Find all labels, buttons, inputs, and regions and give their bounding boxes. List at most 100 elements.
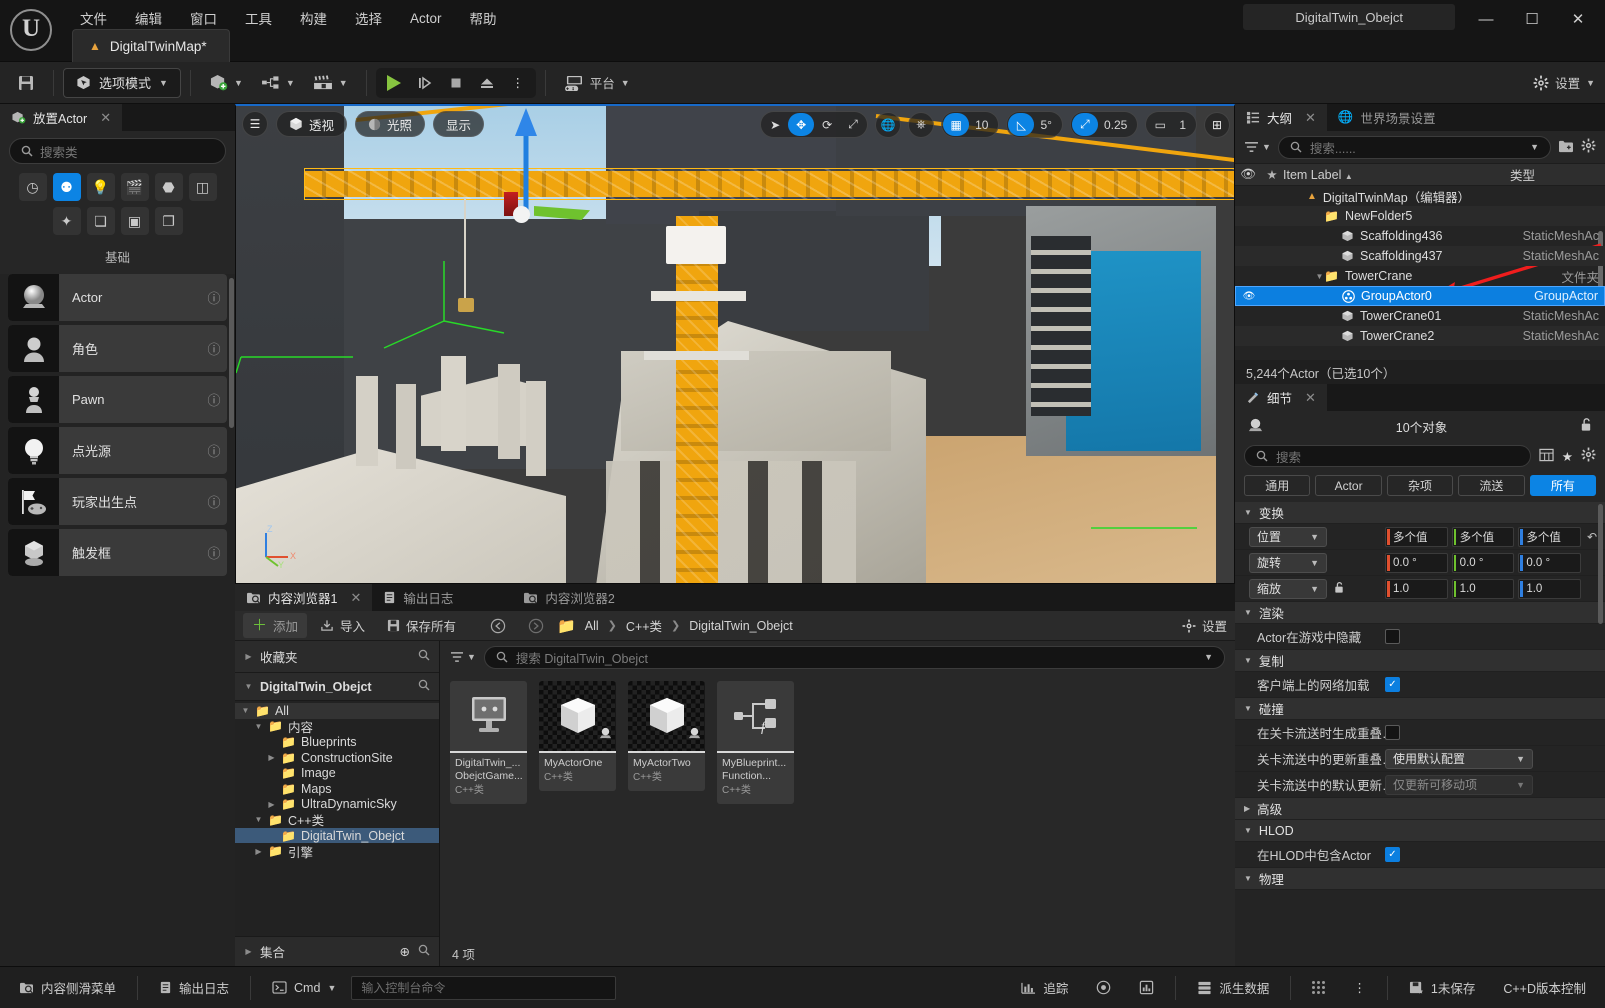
tree-node[interactable]: 📁 Maps — [235, 781, 439, 797]
trace-button[interactable]: 追踪 — [1008, 973, 1081, 1002]
tree-node[interactable]: 📁 Image — [235, 765, 439, 781]
details-filter-1[interactable]: 通用 — [1244, 475, 1311, 496]
view-mode-button[interactable]: 透视 — [276, 111, 348, 137]
eye-icon[interactable]: 👁 — [1235, 167, 1261, 182]
category-volumes-icon[interactable]: ❏ — [86, 207, 115, 235]
tree-twisty[interactable]: ▼ — [254, 815, 263, 824]
category-basic-icon[interactable]: ⚉ — [52, 173, 81, 201]
checkbox[interactable] — [1385, 629, 1400, 644]
actor-item-pawn[interactable]: Pawn ⓘ — [8, 376, 227, 423]
new-folder-icon[interactable] — [1558, 139, 1574, 156]
source-control-button[interactable]: C++D版本控制 — [1490, 973, 1599, 1002]
content-browser-settings-button[interactable]: 设置 — [1182, 616, 1227, 635]
details-section-header[interactable]: ▼ 物理 — [1235, 868, 1605, 890]
details-scrollbar[interactable] — [1598, 504, 1603, 624]
value-x[interactable]: 1.0 — [1385, 578, 1448, 599]
move-gizmo[interactable] — [511, 106, 541, 216]
property-label-combo[interactable]: 缩放 ▼ — [1249, 578, 1327, 599]
stats-button[interactable] — [1126, 975, 1167, 1000]
outliner-row[interactable]: ▼ 📁 TowerCrane 文件夹 — [1235, 266, 1605, 286]
camera-speed-icon[interactable]: ▭ — [1147, 113, 1173, 136]
output-log-button[interactable]: 输出日志 — [146, 973, 242, 1002]
play-options-button[interactable]: ⋮ — [503, 70, 533, 96]
asset-tile[interactable]: DigitalTwin_... ObejctGame... C++类 — [450, 681, 527, 805]
section-twisty[interactable]: ▼ — [1244, 826, 1252, 835]
cmd-selector[interactable]: Cmd ▼ — [259, 976, 349, 1000]
category-geometry-icon[interactable]: ◫ — [188, 173, 217, 201]
details-filter-2[interactable]: Actor — [1315, 475, 1382, 496]
category-lights-icon[interactable]: 💡 — [86, 173, 115, 201]
category-all-classes-icon[interactable]: ✦ — [52, 207, 81, 235]
tab-content-browser-1[interactable]: 内容浏览器1 ✕ — [235, 584, 373, 611]
angle-snap-value[interactable]: 5° — [1034, 118, 1060, 132]
search-icon[interactable] — [418, 649, 430, 664]
angle-snap-icon[interactable]: ◺ — [1008, 113, 1035, 136]
gear-icon-2[interactable] — [1581, 447, 1596, 465]
details-section-header[interactable]: ▶ 高级 — [1235, 798, 1605, 820]
outliner-search-input[interactable]: 搜索...... ▼ — [1277, 135, 1551, 159]
chevron-down-icon-2[interactable]: ▼ — [1204, 652, 1213, 662]
place-actors-search-input[interactable]: 搜索类 — [9, 138, 226, 164]
actor-item-pointlight[interactable]: 点光源 ⓘ — [8, 427, 227, 474]
mode-selector[interactable]: 选项模式 ▼ — [63, 67, 181, 98]
details-section-header[interactable]: ▼ 渲染 — [1235, 602, 1605, 624]
category-cinematic-icon[interactable]: 🎬 — [120, 173, 149, 201]
add-button[interactable]: ＋ 添加 — [243, 613, 308, 638]
unlock-icon[interactable] — [1579, 417, 1593, 435]
actor-item-character[interactable]: 角色 ⓘ — [8, 325, 227, 372]
scale-snap-icon[interactable]: ⤢ — [1071, 113, 1098, 136]
tree-node[interactable]: 📁 DigitalTwin_Obejct — [235, 827, 439, 844]
details-filter-3[interactable]: 杂项 — [1386, 475, 1454, 496]
grid-snap-icon[interactable]: ▦ — [943, 113, 970, 136]
chevron-right-icon[interactable]: ▶ — [244, 652, 253, 661]
menu-actor[interactable]: Actor — [396, 6, 456, 31]
details-section-header[interactable]: ▼ 碰撞 — [1235, 698, 1605, 720]
help-icon[interactable]: ⓘ — [201, 390, 227, 409]
section-twisty[interactable]: ▼ — [1244, 874, 1252, 883]
category-panels-icon[interactable]: ❐ — [154, 207, 183, 235]
column-item-label[interactable]: Item Label ▲ — [1283, 168, 1510, 182]
value-y[interactable]: 0.0 ° — [1451, 552, 1515, 573]
value-x[interactable]: 0.0 ° — [1385, 552, 1448, 573]
level-viewport[interactable]: ☰ 透视 光照 显示 ➤ ✥ ⟳ ⤢ 🌐 ⎈ ▦ 10 ◺ 5° ⤢ 0.25 … — [235, 104, 1235, 584]
ratio-lock-icon[interactable] — [1333, 581, 1345, 597]
asset-tile[interactable]: MyActorOne C++类 — [539, 681, 616, 791]
row-twisty[interactable]: ▼ — [1315, 272, 1324, 281]
chevron-down-icon-2[interactable]: ▼ — [1530, 142, 1539, 152]
category-visual-effects-icon[interactable]: ⬣ — [154, 173, 183, 201]
columns-icon[interactable] — [1539, 448, 1554, 465]
property-label-combo[interactable]: 旋转 ▼ — [1249, 552, 1327, 573]
tree-node[interactable]: ▼ 📁 C++类 — [235, 812, 439, 829]
add-collection-icon[interactable]: ⊕ — [400, 944, 410, 959]
back-button[interactable] — [481, 615, 515, 637]
tree-node[interactable]: ▶ 📁 ConstructionSite — [235, 750, 439, 766]
console-command-input[interactable]: 输入控制台命令 — [351, 975, 617, 1000]
tree-twisty[interactable]: ▶ — [267, 800, 276, 809]
value-x[interactable]: 多个值 — [1385, 526, 1448, 547]
tree-node[interactable]: ▶ 📁 引擎 — [235, 843, 439, 860]
property-label-combo[interactable]: 位置 ▼ — [1249, 526, 1327, 547]
filter-icon[interactable]: ▼ — [1244, 141, 1271, 153]
menu-help[interactable]: 帮助 — [456, 3, 511, 33]
outliner-row[interactable]: ▲ DigitalTwinMap（编辑器） — [1235, 186, 1605, 206]
favorites-header[interactable]: ▶ 收藏夹 — [235, 641, 439, 673]
column-type[interactable]: 类型 — [1510, 165, 1605, 184]
value-z[interactable]: 多个值 — [1518, 526, 1582, 547]
details-section-header[interactable]: ▼ HLOD — [1235, 820, 1605, 842]
section-twisty[interactable]: ▼ — [1244, 608, 1252, 617]
actor-item-triggerbox[interactable]: 触发框 ⓘ — [8, 529, 227, 576]
save-all-button[interactable]: 保存所有 — [378, 613, 465, 638]
camera-speed-value[interactable]: 1 — [1173, 118, 1195, 132]
checkbox[interactable] — [1385, 725, 1400, 740]
derived-data-button[interactable]: 派生数据 — [1184, 973, 1282, 1002]
chevron-right-icon-2[interactable]: ▶ — [244, 947, 253, 956]
forward-button[interactable] — [519, 615, 553, 637]
outliner-row[interactable]: TowerCrane2 StaticMeshAc — [1235, 326, 1605, 346]
settings-button[interactable]: 设置 ▼ — [1533, 73, 1595, 92]
show-button[interactable]: 显示 — [433, 111, 485, 137]
eye-icon[interactable]: 👁 — [1236, 291, 1262, 302]
details-filter-5[interactable]: 所有 — [1529, 475, 1597, 496]
tree-node[interactable]: ▼ 📁 内容 — [235, 719, 439, 735]
import-button[interactable]: 导入 — [311, 613, 374, 638]
details-search-input[interactable]: 搜索 — [1244, 445, 1531, 467]
